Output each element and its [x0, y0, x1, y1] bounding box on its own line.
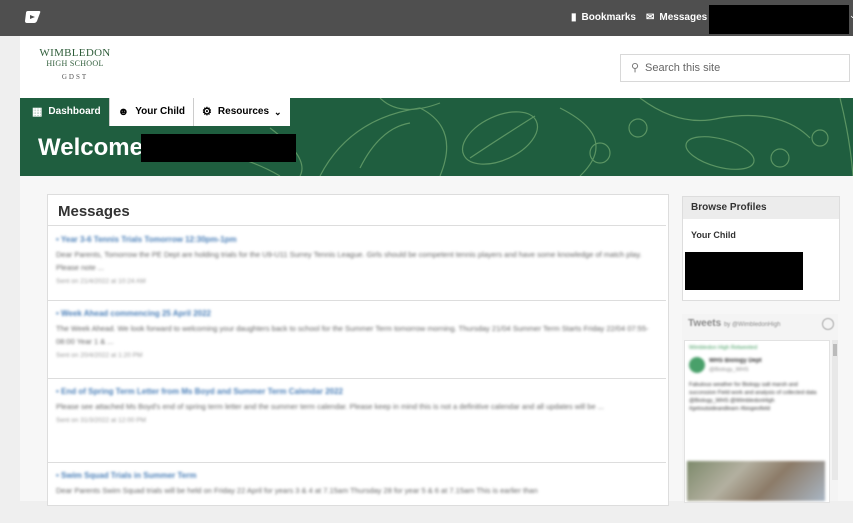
messages-link[interactable]: ✉ Messages [646, 0, 707, 36]
nav-resources-label: Resources [217, 106, 270, 117]
messages-title: Messages [58, 203, 130, 220]
message-title[interactable]: • End of Spring Term Letter from Ms Boyd… [56, 387, 658, 396]
search-icon[interactable]: ⚲ [631, 61, 639, 74]
tweet-card[interactable]: Wimbledon High Retweeted WHS Biology Dep… [684, 340, 830, 503]
message-date: Sent on 21/4/2022 at 10:24 AM [56, 278, 146, 285]
message-preview: Please see attached Ms Boyd's end of spr… [56, 402, 604, 411]
school-logo-line3: GDST [61, 73, 89, 81]
envelope-icon: ✉ [646, 12, 655, 23]
messages-panel: Messages • Year 3-6 Tennis Trials Tomorr… [47, 194, 669, 506]
message-preview: Dear Parents, Tomorrow the PE Dept are h… [56, 250, 642, 272]
site-header: WIMBLEDON HIGH SCHOOL GDST ⚲ [20, 36, 853, 98]
redacted-child-profile[interactable] [685, 252, 803, 290]
chevron-down-icon[interactable]: ⌄ [849, 10, 853, 21]
tweets-scrollbar[interactable] [832, 340, 838, 480]
chevron-down-icon: ⌄ [274, 107, 282, 117]
nav-your-child-label: Your Child [135, 106, 186, 117]
school-logo-line1: WIMBLEDON [39, 47, 111, 59]
tweet-author: WHS Biology Dept [709, 358, 762, 364]
message-item[interactable]: • End of Spring Term Letter from Ms Boyd… [48, 379, 666, 463]
nav-resources[interactable]: ⚙ Resources ⌄ [194, 98, 290, 126]
message-item[interactable]: • Swim Squad Trials in Summer Term Dear … [48, 463, 666, 523]
bookmarks-link[interactable]: ▮ Bookmarks [571, 0, 636, 36]
divider [48, 225, 666, 226]
message-title[interactable]: • Swim Squad Trials in Summer Term [56, 471, 658, 480]
message-date: Sent on 31/3/2022 at 12:00 PM [56, 417, 146, 424]
scrollbar-thumb[interactable] [833, 344, 837, 356]
your-child-label: Your Child [691, 230, 736, 240]
search-box: ⚲ [620, 54, 850, 82]
tweet-photo[interactable] [687, 461, 825, 501]
grid-icon: ▦ [32, 106, 43, 118]
message-preview: The Week Ahead. We look forward to welco… [56, 324, 649, 346]
message-item[interactable]: • Year 3-6 Tennis Trials Tomorrow 12:30p… [48, 227, 666, 301]
browse-profiles-title: Browse Profiles [683, 197, 839, 219]
message-date: Sent on 20/4/2022 at 1:20 PM [56, 352, 143, 359]
tweets-title: Tweets by @WimbledonHigh [688, 318, 780, 329]
bookmark-icon: ▮ [571, 12, 577, 23]
welcome-banner: ▦ Dashboard ☻ Your Child ⚙ Resources ⌄ Welc… [20, 98, 853, 176]
app-logo-icon[interactable] [24, 10, 42, 24]
message-title[interactable]: • Year 3-6 Tennis Trials Tomorrow 12:30p… [56, 235, 658, 244]
top-bar: ▮ Bookmarks ✉ Messages ⌄ [0, 0, 853, 36]
browse-profiles-card: Browse Profiles Your Child [682, 196, 840, 301]
dashboard-main: Messages • Year 3-6 Tennis Trials Tomorr… [20, 176, 853, 506]
nav-your-child[interactable]: ☻ Your Child [110, 98, 195, 126]
message-preview: Dear Parents Swim Squad trials will be h… [56, 486, 538, 495]
message-item[interactable]: • Week Ahead commencing 25 April 2022 Th… [48, 301, 666, 379]
tweet-handle: @Biology_WHS [709, 367, 749, 373]
nav-dashboard[interactable]: ▦ Dashboard [24, 98, 110, 126]
resources-icon: ⚙ [202, 106, 212, 118]
redacted-parent-name [141, 134, 296, 162]
tweet-retweet-line: Wimbledon High Retweeted [689, 345, 758, 351]
tweets-widget: Tweets by @WimbledonHigh Wimbledon High … [682, 314, 838, 503]
message-title[interactable]: • Week Ahead commencing 25 April 2022 [56, 309, 658, 318]
info-icon[interactable] [822, 318, 834, 330]
messages-label: Messages [659, 12, 708, 23]
nav-dashboard-label: Dashboard [48, 106, 101, 117]
school-logo[interactable]: WIMBLEDON HIGH SCHOOL GDST [30, 48, 120, 81]
tweet-text: Fabulous weather for Biology salt marsh … [689, 382, 817, 412]
tweets-by: by @WimbledonHigh [723, 322, 781, 328]
welcome-heading: Welcome, [38, 134, 150, 161]
search-input[interactable] [645, 59, 840, 77]
tweets-title-text: Tweets [688, 318, 722, 329]
avatar [689, 357, 705, 373]
bookmarks-label: Bookmarks [581, 12, 636, 23]
school-logo-line2: HIGH SCHOOL [46, 59, 104, 68]
main-nav: ▦ Dashboard ☻ Your Child ⚙ Resources ⌄ [24, 98, 290, 126]
child-icon: ☻ [117, 106, 130, 118]
redacted-user-name [709, 5, 849, 34]
